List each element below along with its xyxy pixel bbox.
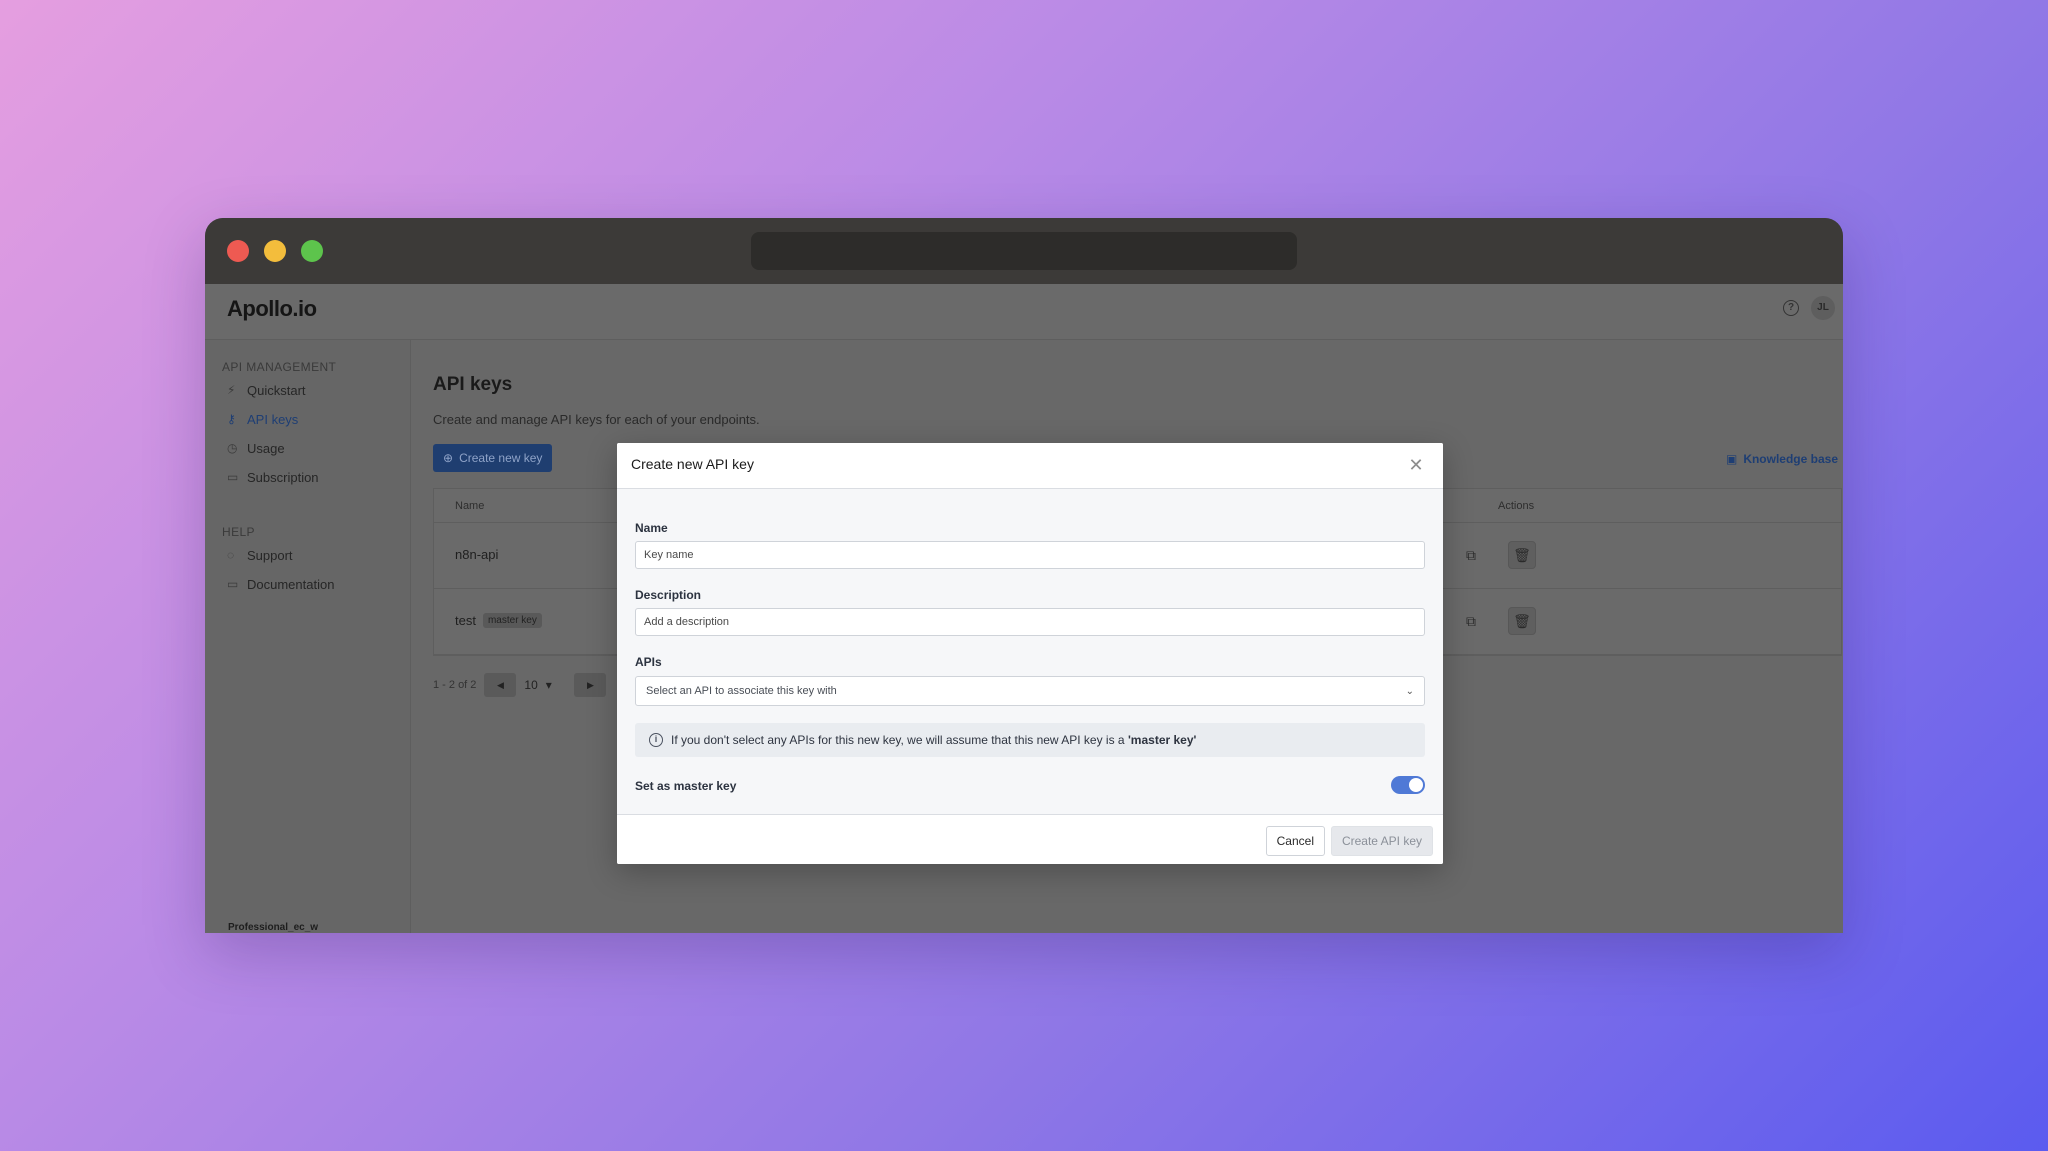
sidebar-item-label: Support (247, 547, 293, 563)
sidebar-item-label: API keys (247, 411, 299, 427)
toggle-knob (1409, 778, 1423, 792)
apis-select-placeholder: Select an API to associate this key with (646, 685, 837, 697)
column-header-name: Name (455, 500, 485, 512)
sidebar-item-support[interactable]: ◌ Support (227, 543, 293, 567)
sidebar-item-label: Usage (247, 440, 285, 456)
name-input[interactable] (635, 541, 1425, 569)
key-icon: ⚷ (227, 412, 236, 426)
avatar[interactable]: JL (1811, 296, 1835, 320)
help-icon[interactable]: ? (1783, 300, 1799, 316)
sidebar-item-subscription[interactable]: ▭ Subscription (227, 465, 319, 489)
master-key-toggle-label: Set as master key (635, 779, 737, 793)
sidebar-section-help: HELP (222, 525, 255, 539)
clock-icon: ◷ (227, 441, 238, 455)
maximize-window-button[interactable] (301, 240, 323, 262)
row-name: test master key (455, 613, 542, 628)
info-icon: i (649, 733, 663, 747)
knowledge-base-label: Knowledge base (1743, 452, 1838, 466)
name-label: Name (635, 521, 668, 535)
card-icon: ▭ (227, 470, 239, 484)
sidebar-item-usage[interactable]: ◷ Usage (227, 436, 285, 460)
page-description: Create and manage API keys for each of y… (433, 412, 760, 427)
apis-label: APIs (635, 655, 662, 669)
caret-down-icon: ▾ (545, 678, 552, 692)
minimize-window-button[interactable] (264, 240, 286, 262)
pagination: 1 - 2 of 2 ◀ 10 ▾ ▶ (433, 673, 607, 697)
address-bar[interactable] (751, 232, 1297, 270)
page-size-select[interactable]: 10 ▾ (524, 673, 566, 697)
plan-label: Professional_ec_w (228, 922, 319, 933)
column-header-actions: Actions (1498, 500, 1535, 512)
trash-icon[interactable]: 🗑 (1508, 607, 1536, 635)
copy-icon[interactable]: ⧉ (1457, 607, 1485, 635)
apis-select[interactable]: Select an API to associate this key with… (635, 676, 1425, 706)
top-navbar: Apollo.io ? JL (205, 284, 1843, 340)
sidebar-item-quickstart[interactable]: ⚡ Quickstart (227, 378, 306, 402)
description-label: Description (635, 588, 702, 602)
chevron-down-icon: ⌄ (1405, 685, 1414, 697)
modal-footer: Cancel Create API key (617, 814, 1443, 864)
sidebar-item-label: Subscription (247, 469, 319, 485)
key-name: test (455, 613, 476, 628)
sidebar-item-label: Quickstart (247, 382, 306, 398)
info-text: If you don't select any APIs for this ne… (671, 733, 1197, 747)
modal-title: Create new API key (631, 456, 754, 472)
create-api-key-button[interactable]: Create API key (1330, 826, 1433, 856)
sidebar-item-documentation[interactable]: ▭ Documentation (227, 572, 334, 596)
sidebar: API MANAGEMENT ⚡ Quickstart ⚷ API keys ◷… (205, 340, 411, 933)
create-new-key-button[interactable]: ⊕ Create new key (433, 444, 553, 472)
next-page-button[interactable]: ▶ (574, 673, 607, 697)
create-api-key-modal: Create new API key ✕ Name Description AP… (617, 443, 1443, 864)
sidebar-section-api: API MANAGEMENT (222, 360, 337, 374)
master-key-info: i If you don't select any APIs for this … (635, 723, 1425, 757)
cancel-button[interactable]: Cancel (1265, 826, 1325, 856)
close-window-button[interactable] (227, 240, 249, 262)
modal-header: Create new API key ✕ (617, 443, 1443, 489)
apollo-logo[interactable]: Apollo.io (227, 296, 317, 322)
master-key-toggle[interactable] (1391, 776, 1425, 794)
row-name: n8n-api (455, 547, 498, 562)
page-title: API keys (433, 374, 513, 395)
window-titlebar (205, 218, 1843, 284)
description-input[interactable] (635, 608, 1425, 636)
pagination-range: 1 - 2 of 2 (433, 679, 477, 691)
master-key-badge: master key (482, 613, 542, 628)
lightning-icon: ⚡ (227, 383, 236, 397)
prev-page-button[interactable]: ◀ (484, 673, 517, 697)
copy-icon[interactable]: ⧉ (1457, 541, 1485, 569)
close-icon[interactable]: ✕ (1407, 456, 1425, 474)
sidebar-item-label: Documentation (247, 576, 335, 592)
chat-icon: ◌ (227, 548, 235, 562)
trash-icon[interactable]: 🗑 (1508, 541, 1536, 569)
desktop-background: Apollo.io ? JL API MANAGEMENT ⚡ Quicksta… (0, 0, 2048, 1151)
key-name: n8n-api (455, 547, 499, 562)
book-icon: ▭ (227, 577, 239, 591)
create-new-key-label: Create new key (459, 451, 543, 465)
knowledge-base-link[interactable]: ▣ Knowledge base (1726, 452, 1838, 466)
sidebar-item-api-keys[interactable]: ⚷ API keys (227, 407, 298, 431)
page-size-value: 10 (524, 678, 538, 692)
plus-circle-icon: ⊕ (443, 451, 454, 465)
book-icon: ▣ (1725, 452, 1738, 466)
